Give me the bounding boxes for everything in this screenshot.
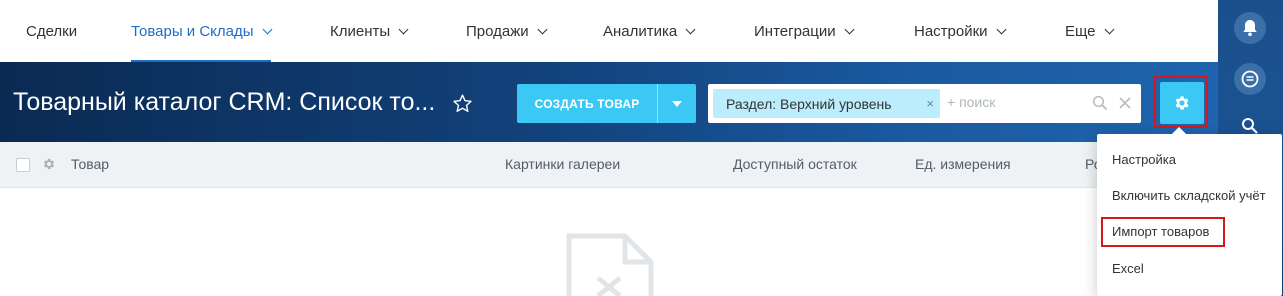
select-all-checkbox[interactable] xyxy=(16,158,30,172)
nav-item-sales[interactable]: Продажи xyxy=(466,0,548,62)
chat-button[interactable] xyxy=(1234,63,1266,95)
column-header-gallery-images[interactable]: Картинки галереи xyxy=(505,156,620,172)
nav-item-settings[interactable]: Настройки xyxy=(914,0,1007,62)
nav-item-clients[interactable]: Клиенты xyxy=(330,0,409,62)
search-icon xyxy=(1242,118,1258,134)
chevron-down-icon xyxy=(996,24,1007,34)
nav-item-more[interactable]: Еще xyxy=(1065,0,1114,62)
column-settings-gear-icon[interactable] xyxy=(42,157,56,171)
menu-item-settings[interactable]: Настройка xyxy=(1112,152,1176,167)
column-header-unit[interactable]: Ед. измерения xyxy=(915,156,1011,172)
nav-item-label: Товары и Склады xyxy=(131,22,254,40)
nav-item-label: Сделки xyxy=(26,22,78,40)
menu-item-enable-warehouse[interactable]: Включить складской учёт xyxy=(1112,188,1266,203)
filter-chip-label: Раздел: Верхний уровень xyxy=(726,95,892,112)
settings-dropdown-menu: Настройка Включить складской учёт Импорт… xyxy=(1097,134,1282,296)
nav-item-label: Еще xyxy=(1065,22,1096,40)
filter-chip-section[interactable]: Раздел: Верхний уровень × xyxy=(713,89,940,118)
page-title: Товарный каталог CRM: Список то... xyxy=(13,88,436,116)
nav-item-label: Клиенты xyxy=(330,22,391,40)
chat-icon xyxy=(1241,70,1259,88)
chip-remove-icon[interactable]: × xyxy=(926,96,934,111)
column-header-product[interactable]: Товар xyxy=(71,156,109,172)
nav-item-analytics[interactable]: Аналитика xyxy=(603,0,696,62)
create-options-toggle[interactable] xyxy=(658,100,696,107)
bell-icon xyxy=(1243,20,1257,37)
nav-item-label: Настройки xyxy=(914,22,988,40)
notifications-button[interactable] xyxy=(1234,12,1266,44)
search-input[interactable] xyxy=(947,94,1087,110)
chevron-down-icon xyxy=(1104,24,1114,34)
filter-search-box[interactable]: Раздел: Верхний уровень × xyxy=(708,84,1141,123)
chevron-down-icon xyxy=(398,24,409,34)
nav-item-label: Аналитика xyxy=(603,22,678,40)
gear-button-highlight xyxy=(1154,76,1208,128)
nav-item-products-warehouses[interactable]: Товары и Склады xyxy=(131,0,272,62)
search-icon[interactable] xyxy=(1092,95,1108,111)
chevron-down-icon xyxy=(685,24,696,34)
empty-document-icon xyxy=(566,233,654,296)
nav-item-label: Продажи xyxy=(466,22,529,40)
import-item-highlight xyxy=(1101,217,1225,247)
nav-item-integrations[interactable]: Интеграции xyxy=(754,0,855,62)
nav-item-label: Интеграции xyxy=(754,22,836,40)
top-navigation: Сделки Товары и Склады Клиенты Продажи А… xyxy=(0,0,1218,62)
chevron-down-icon xyxy=(262,24,272,34)
chevron-down-icon xyxy=(537,24,548,34)
nav-item-deals[interactable]: Сделки xyxy=(26,0,77,62)
chevron-down-icon xyxy=(844,24,855,34)
clear-search-icon[interactable] xyxy=(1117,95,1133,111)
favorite-star-icon[interactable] xyxy=(452,93,473,114)
triangle-down-icon xyxy=(672,100,682,107)
create-product-label: СОЗДАТЬ ТОВАР xyxy=(534,96,640,111)
column-header-available-stock[interactable]: Доступный остаток xyxy=(733,156,857,172)
create-product-button[interactable]: СОЗДАТЬ ТОВАР xyxy=(517,84,696,123)
menu-item-excel[interactable]: Excel xyxy=(1112,261,1144,276)
